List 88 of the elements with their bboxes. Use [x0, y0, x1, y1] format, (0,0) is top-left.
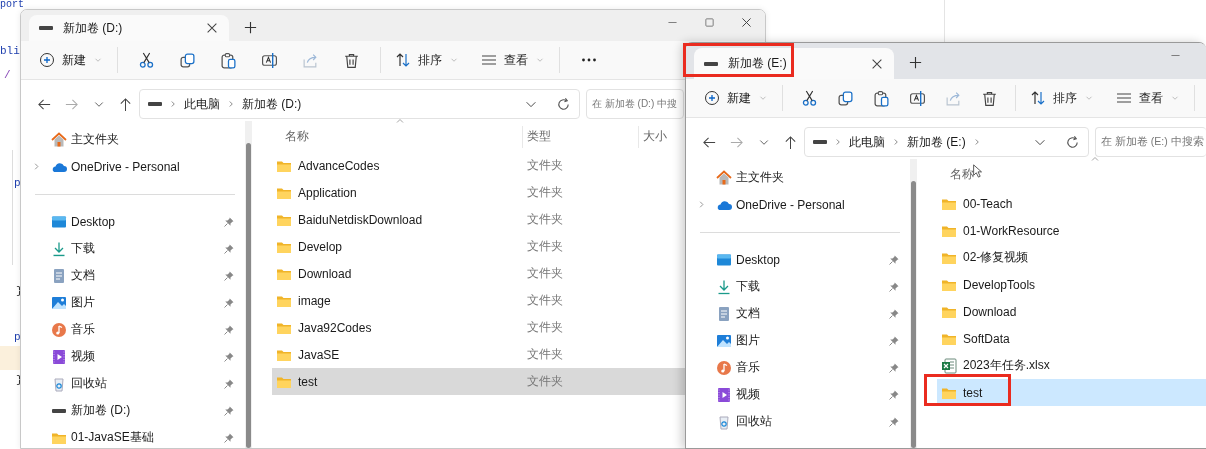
file-name[interactable]: AdvanceCodes	[272, 157, 522, 174]
file-type: 文件夹	[526, 265, 563, 282]
sidebar-item[interactable]: 下载	[716, 278, 888, 295]
code-text: /	[4, 68, 11, 82]
search-field[interactable]: 在 新加卷 (E:) 中搜索	[1095, 127, 1206, 157]
new-button[interactable]: 新建	[33, 45, 109, 75]
sidebar-item[interactable]: 文档	[716, 305, 888, 322]
file-row[interactable]: AdvanceCodes 文件夹	[272, 152, 685, 179]
file-name[interactable]: Application	[272, 184, 522, 201]
sidebar-item[interactable]: 音乐	[716, 359, 888, 376]
sidebar-item[interactable]: 下载	[51, 240, 223, 257]
file-row[interactable]: test 文件夹	[272, 368, 685, 395]
file-type: 文件夹	[526, 319, 563, 336]
sidebar-item[interactable]: 文档	[51, 267, 223, 284]
new-button[interactable]: 新建	[698, 83, 774, 113]
address-bar[interactable]: 此电脑 新加卷 (E:)	[804, 127, 1089, 157]
breadcrumb[interactable]: 此电脑	[184, 95, 220, 113]
sidebar-item[interactable]: Desktop	[716, 251, 888, 268]
sidebar-item[interactable]: OneDrive - Personal	[716, 196, 900, 213]
file-type: 文件夹	[526, 346, 563, 363]
file-name[interactable]: SoftData	[937, 330, 1187, 347]
view-button[interactable]: 查看	[475, 45, 551, 75]
file-row[interactable]: DevelopTools	[937, 271, 1206, 298]
file-row[interactable]: Download 文件夹	[272, 260, 685, 287]
sidebar-item[interactable]: 图片	[51, 294, 223, 311]
breadcrumb[interactable]: 此电脑	[849, 133, 885, 151]
file-row[interactable]: Develop 文件夹	[272, 233, 685, 260]
file-name[interactable]: 01-WorkResource	[937, 222, 1187, 239]
file-row[interactable]: test	[937, 379, 1206, 406]
sidebar-item[interactable]: 主文件夹	[51, 131, 235, 148]
file-type: 文件夹	[526, 211, 563, 228]
sidebar-item[interactable]: 回收站	[51, 375, 223, 392]
file-row[interactable]: JavaSE 文件夹	[272, 341, 685, 368]
sidebar-item[interactable]: 音乐	[51, 321, 223, 338]
file-name[interactable]: image	[272, 292, 522, 309]
search-field[interactable]: 在 新加卷 (D:) 中搜	[586, 89, 684, 119]
view-button[interactable]: 查看	[1110, 83, 1186, 113]
file-type: 文件夹	[526, 238, 563, 255]
file-type: 文件夹	[526, 184, 563, 201]
file-row[interactable]: SoftData	[937, 325, 1206, 352]
file-row[interactable]: BaiduNetdiskDownload 文件夹	[272, 206, 685, 233]
file-name[interactable]: test	[937, 384, 1187, 401]
file-name[interactable]: Download	[937, 303, 1187, 320]
file-name[interactable]: JavaSE	[272, 346, 522, 363]
file-row[interactable]: 02-修复视频	[937, 244, 1206, 271]
code-text: bli	[0, 44, 20, 58]
file-name[interactable]: 02-修复视频	[937, 249, 1187, 266]
column-header[interactable]: 类型	[522, 125, 638, 148]
sidebar-item[interactable]: 主文件夹	[716, 169, 900, 186]
file-name[interactable]: DevelopTools	[937, 276, 1187, 293]
file-name[interactable]: test	[272, 373, 522, 390]
file-row[interactable]: Download	[937, 298, 1206, 325]
sidebar-item[interactable]: 图片	[716, 332, 888, 349]
breadcrumb[interactable]: 新加卷 (E:)	[907, 133, 966, 151]
code-text: p	[14, 176, 21, 190]
file-row[interactable]: 01-WorkResource	[937, 217, 1206, 244]
sort-button[interactable]: 排序	[389, 45, 465, 75]
file-type: 文件夹	[526, 292, 563, 309]
column-header[interactable]: 名称	[937, 166, 1187, 183]
sidebar-item[interactable]: OneDrive - Personal	[51, 158, 235, 175]
tab[interactable]: 新加卷 (D:)	[29, 15, 229, 41]
file-type: 文件夹	[526, 157, 563, 174]
code-text: port	[0, 0, 24, 9]
sidebar-item[interactable]: 视频	[51, 348, 223, 365]
file-name[interactable]: Java92Codes	[272, 319, 522, 336]
file-name[interactable]: Develop	[272, 238, 522, 255]
tab[interactable]: 新加卷 (E:)	[694, 48, 894, 79]
code-text: p	[14, 330, 21, 344]
file-row[interactable]: 00-Teach	[937, 190, 1206, 217]
file-row[interactable]: Application 文件夹	[272, 179, 685, 206]
address-bar[interactable]: 此电脑 新加卷 (D:)	[139, 89, 580, 119]
sidebar-item[interactable]: 视频	[716, 386, 888, 403]
file-row[interactable]: image 文件夹	[272, 287, 685, 314]
file-name[interactable]: BaiduNetdiskDownload	[272, 211, 522, 228]
file-name[interactable]: Download	[272, 265, 522, 282]
sidebar-item[interactable]: 01-JavaSE基础	[51, 429, 223, 446]
file-row[interactable]: Java92Codes 文件夹	[272, 314, 685, 341]
sidebar-item[interactable]: 回收站	[716, 413, 888, 430]
file-name[interactable]: 2023年任务.xlsx	[937, 357, 1187, 374]
sort-button[interactable]: 排序	[1024, 83, 1100, 113]
file-row[interactable]: 2023年任务.xlsx	[937, 352, 1206, 379]
file-name[interactable]: 00-Teach	[937, 195, 1187, 212]
sidebar-item[interactable]: Desktop	[51, 213, 223, 230]
breadcrumb[interactable]: 新加卷 (D:)	[242, 95, 302, 113]
file-type: 文件夹	[526, 373, 563, 390]
column-header[interactable]: 大小	[638, 125, 667, 148]
column-header[interactable]: 名称	[272, 128, 522, 145]
sidebar-item[interactable]: 新加卷 (D:)	[51, 402, 223, 419]
